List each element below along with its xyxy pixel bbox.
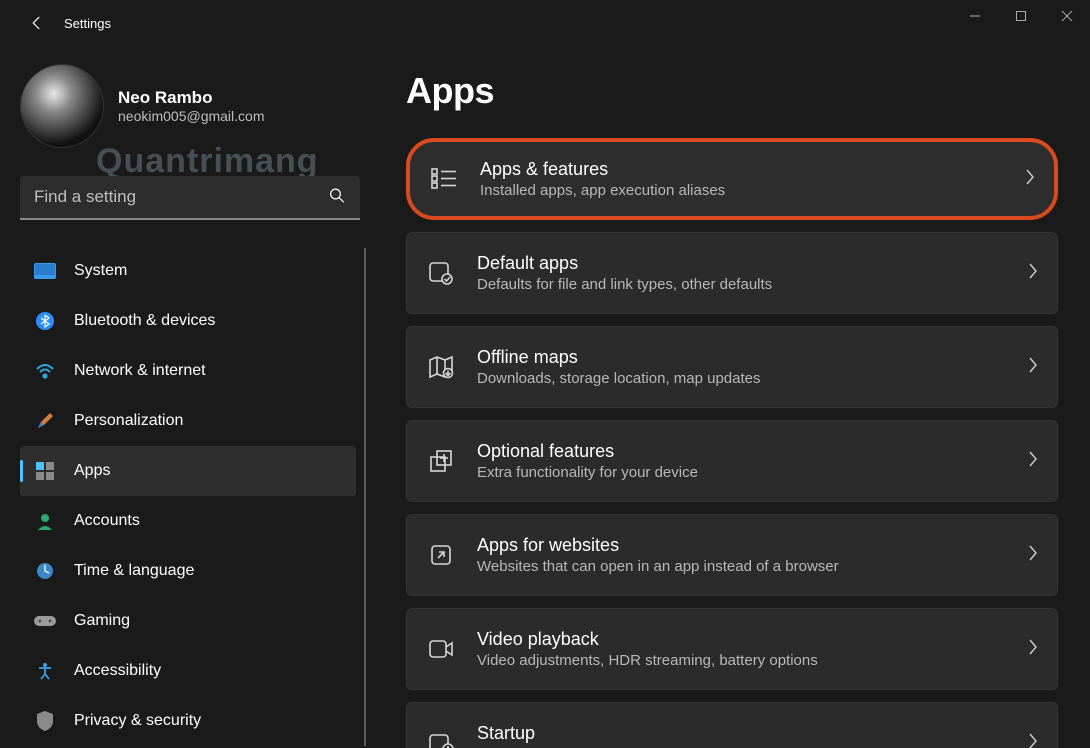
window-title: Settings bbox=[64, 16, 111, 31]
card-title: Optional features bbox=[477, 441, 1027, 462]
sidebar-item-label: Privacy & security bbox=[74, 712, 201, 730]
main-content: Apps Apps & features Installed apps, app… bbox=[380, 46, 1090, 748]
sidebar-item-label: Bluetooth & devices bbox=[74, 312, 215, 330]
card-subtitle: Extra functionality for your device bbox=[477, 464, 1027, 481]
titlebar: Settings bbox=[0, 0, 1090, 46]
gamepad-icon bbox=[34, 610, 56, 632]
card-subtitle: Downloads, storage location, map updates bbox=[477, 370, 1027, 387]
sidebar-item-privacy[interactable]: Privacy & security bbox=[20, 696, 356, 746]
startup-icon bbox=[427, 731, 455, 748]
open-external-icon bbox=[427, 543, 455, 567]
sidebar-item-personalization[interactable]: Personalization bbox=[20, 396, 356, 446]
card-default-apps[interactable]: Default apps Defaults for file and link … bbox=[406, 232, 1058, 314]
card-optional-features[interactable]: Optional features Extra functionality fo… bbox=[406, 420, 1058, 502]
card-title: Startup bbox=[477, 723, 1027, 744]
close-button[interactable] bbox=[1044, 0, 1090, 32]
sidebar-item-label: Apps bbox=[74, 462, 110, 480]
card-apps-features[interactable]: Apps & features Installed apps, app exec… bbox=[406, 138, 1058, 220]
close-icon bbox=[1061, 10, 1073, 22]
sidebar-item-apps[interactable]: Apps bbox=[20, 446, 356, 496]
list-icon bbox=[430, 168, 458, 190]
page-title: Apps bbox=[406, 70, 1058, 112]
map-icon bbox=[427, 355, 455, 379]
card-title: Apps & features bbox=[480, 159, 1024, 180]
card-subtitle: Video adjustments, HDR streaming, batter… bbox=[477, 652, 1027, 669]
card-startup[interactable]: Startup Apps that start automatically wh… bbox=[406, 702, 1058, 748]
optional-features-icon bbox=[427, 449, 455, 473]
sidebar-nav: System Bluetooth & devices Network & int… bbox=[20, 246, 356, 746]
person-icon bbox=[34, 510, 56, 532]
profile-email: neokim005@gmail.com bbox=[118, 108, 265, 124]
window-controls bbox=[952, 0, 1090, 32]
card-offline-maps[interactable]: Offline maps Downloads, storage location… bbox=[406, 326, 1058, 408]
chevron-right-icon bbox=[1027, 638, 1039, 661]
sidebar-item-label: Gaming bbox=[74, 612, 130, 630]
sidebar-item-label: System bbox=[74, 262, 127, 280]
shield-icon bbox=[34, 710, 56, 732]
chevron-right-icon bbox=[1024, 168, 1036, 191]
wifi-icon bbox=[34, 360, 56, 382]
sidebar: Neo Rambo neokim005@gmail.com Quantriman… bbox=[0, 46, 380, 748]
minimize-icon bbox=[969, 10, 981, 22]
system-icon bbox=[34, 260, 56, 282]
maximize-button[interactable] bbox=[998, 0, 1044, 32]
card-title: Offline maps bbox=[477, 347, 1027, 368]
sidebar-item-accounts[interactable]: Accounts bbox=[20, 496, 356, 546]
chevron-right-icon bbox=[1027, 544, 1039, 567]
card-title: Video playback bbox=[477, 629, 1027, 650]
profile-block[interactable]: Neo Rambo neokim005@gmail.com bbox=[20, 64, 360, 148]
sidebar-item-label: Personalization bbox=[74, 412, 183, 430]
minimize-button[interactable] bbox=[952, 0, 998, 32]
accessibility-icon bbox=[34, 660, 56, 682]
bluetooth-icon bbox=[34, 310, 56, 332]
chevron-right-icon bbox=[1027, 262, 1039, 285]
paintbrush-icon bbox=[34, 410, 56, 432]
sidebar-item-system[interactable]: System bbox=[20, 246, 356, 296]
video-icon bbox=[427, 639, 455, 659]
profile-name: Neo Rambo bbox=[118, 88, 265, 108]
sidebar-item-accessibility[interactable]: Accessibility bbox=[20, 646, 356, 696]
card-title: Default apps bbox=[477, 253, 1027, 274]
maximize-icon bbox=[1015, 10, 1027, 22]
sidebar-item-label: Accessibility bbox=[74, 662, 161, 680]
sidebar-item-bluetooth[interactable]: Bluetooth & devices bbox=[20, 296, 356, 346]
apps-icon bbox=[34, 460, 56, 482]
sidebar-item-label: Accounts bbox=[74, 512, 140, 530]
sidebar-item-label: Time & language bbox=[74, 562, 194, 580]
sidebar-item-time-language[interactable]: Time & language bbox=[20, 546, 356, 596]
card-apps-websites[interactable]: Apps for websites Websites that can open… bbox=[406, 514, 1058, 596]
chevron-right-icon bbox=[1027, 450, 1039, 473]
clock-globe-icon bbox=[34, 560, 56, 582]
avatar bbox=[20, 64, 104, 148]
card-video-playback[interactable]: Video playback Video adjustments, HDR st… bbox=[406, 608, 1058, 690]
sidebar-item-gaming[interactable]: Gaming bbox=[20, 596, 356, 646]
back-button[interactable] bbox=[22, 8, 52, 38]
card-subtitle: Websites that can open in an app instead… bbox=[477, 558, 1027, 575]
card-title: Apps for websites bbox=[477, 535, 1027, 556]
chevron-right-icon bbox=[1027, 356, 1039, 379]
chevron-right-icon bbox=[1027, 732, 1039, 748]
search-input[interactable] bbox=[20, 176, 360, 220]
sidebar-item-network[interactable]: Network & internet bbox=[20, 346, 356, 396]
back-arrow-icon bbox=[28, 14, 46, 32]
card-subtitle: Installed apps, app execution aliases bbox=[480, 182, 1024, 199]
sidebar-item-label: Network & internet bbox=[74, 362, 206, 380]
card-subtitle: Defaults for file and link types, other … bbox=[477, 276, 1027, 293]
search-icon bbox=[328, 187, 346, 210]
default-apps-icon bbox=[427, 261, 455, 285]
cards-list: Apps & features Installed apps, app exec… bbox=[406, 138, 1058, 748]
